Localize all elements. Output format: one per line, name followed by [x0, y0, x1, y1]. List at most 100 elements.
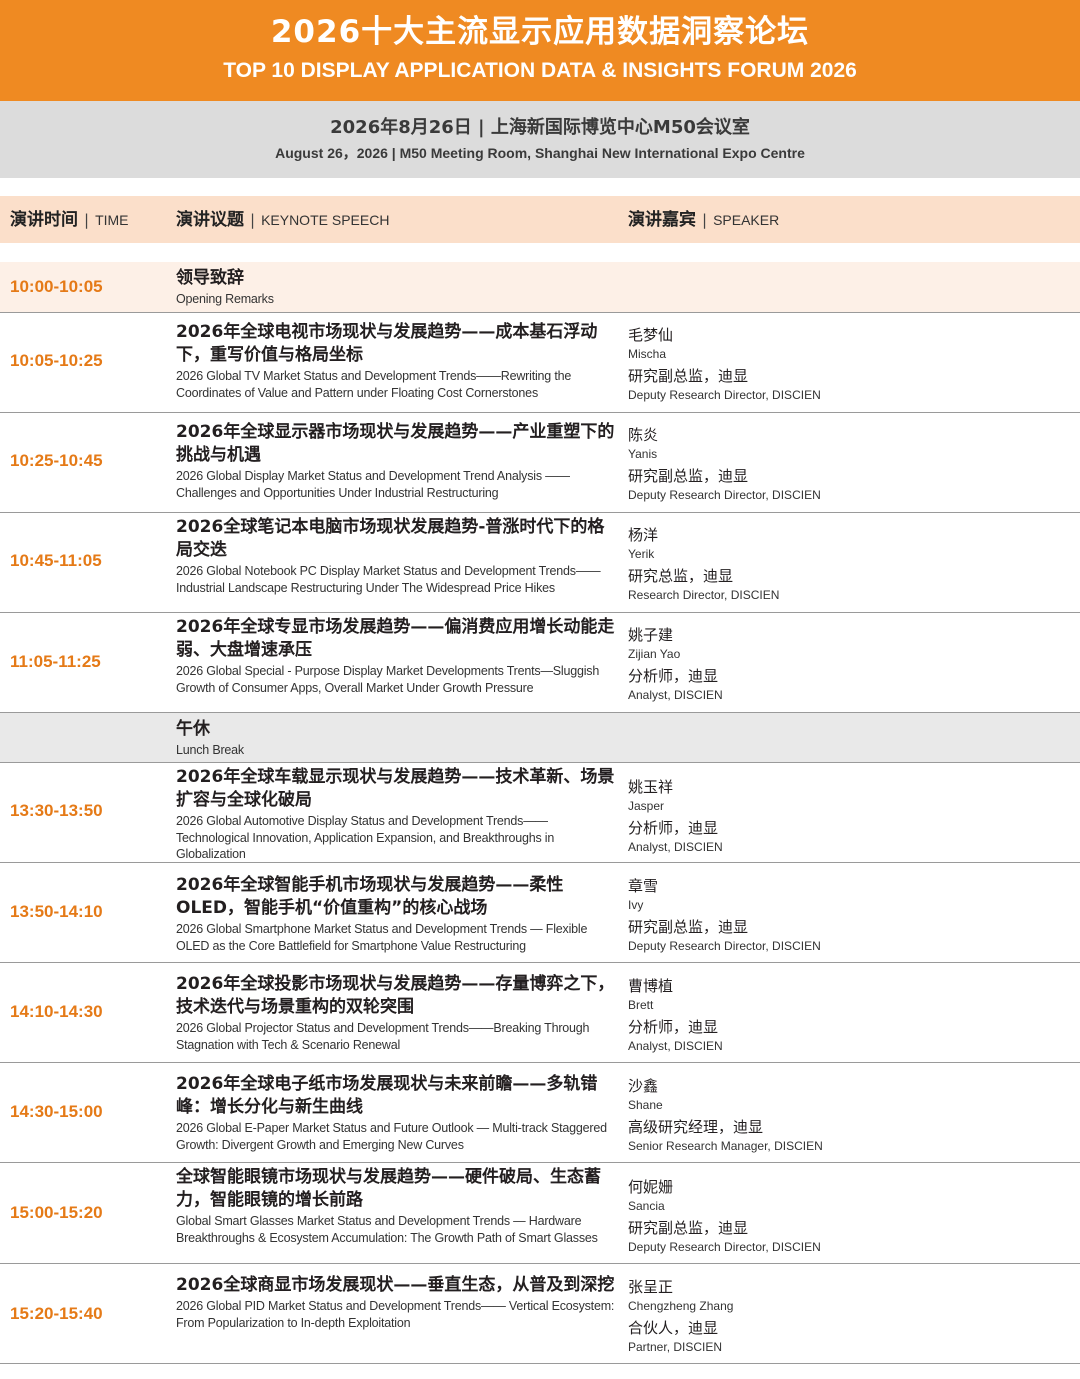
- topic-en: 2026 Global Automotive Display Status an…: [176, 814, 555, 861]
- agenda-row: 13:30-13:50 2026年全球车载显示现状与发展趋势——技术革新、场景扩…: [0, 763, 1080, 863]
- agenda-row: 10:25-10:45 2026年全球显示器市场现状与发展趋势——产业重塑下的挑…: [0, 413, 1080, 513]
- topic-cn: 全球智能眼镜市场现状与发展趋势——硬件破局、生态蓄力，智能眼镜的增长前路: [176, 1167, 601, 1210]
- header-time: 演讲时间 | TIME: [10, 208, 129, 232]
- session-time: 13:50-14:10: [10, 902, 103, 921]
- topic-cn: 午休: [176, 719, 210, 739]
- session-speaker: 章雪 Ivy 研究副总监，迪显 Deputy Research Director…: [628, 876, 1068, 955]
- session-time: 15:20-15:40: [10, 1304, 103, 1323]
- speaker-title-cn: 研究副总监，迪显: [628, 918, 749, 936]
- speaker-name-en: Ivy: [628, 898, 644, 912]
- speaker-name-cn: 姚子建: [628, 626, 674, 644]
- session-speaker: 杨洋 Yerik 研究总监，迪显 Research Director, DISC…: [628, 525, 1068, 604]
- topic-en: 2026 Global Projector Status and Develop…: [176, 1021, 590, 1052]
- session-time: 13:30-13:50: [10, 801, 103, 820]
- agenda-row: 11:05-11:25 2026年全球专显市场发展趋势——偏消费应用增长动能走弱…: [0, 613, 1080, 713]
- speaker-title-cn: 研究副总监，迪显: [628, 1219, 749, 1237]
- title-banner: 2026十大主流显示应用数据洞察论坛 TOP 10 DISPLAY APPLIC…: [0, 0, 1080, 101]
- agenda-row: 10:45-11:05 2026全球笔记本电脑市场现状发展趋势-普涨时代下的格局…: [0, 513, 1080, 613]
- speaker-name-cn: 章雪: [628, 877, 659, 895]
- speaker-title-cn: 研究副总监，迪显: [628, 367, 749, 385]
- session-topic: 2026年全球智能手机市场现状与发展趋势——柔性OLED，智能手机“价值重构”的…: [176, 874, 616, 954]
- header-time-en: TIME: [95, 212, 129, 228]
- topic-en: 2026 Global PID Market Status and Develo…: [176, 1299, 615, 1330]
- session-speaker: 姚玉祥 Jasper 分析师，迪显 Analyst, DISCIEN: [628, 777, 1068, 856]
- session-time: 14:30-15:00: [10, 1102, 103, 1121]
- agenda-row: 14:30-15:00 2026年全球电子纸市场发展现状与未来前瞻——多轨错峰：…: [0, 1063, 1080, 1163]
- session-topic: 午休 Lunch Break: [176, 718, 616, 759]
- topic-en: 2026 Global E-Paper Market Status and Fu…: [176, 1121, 607, 1152]
- agenda-row: 15:20-15:40 2026全球商显市场发展现状——垂直生态，从普及到深挖 …: [0, 1264, 1080, 1364]
- session-speaker: 沙鑫 Shane 高级研究经理，迪显 Senior Research Manag…: [628, 1076, 1068, 1155]
- session-topic: 2026年全球投影市场现状与发展趋势——存量博弈之下，技术迭代与场景重构的双轮突…: [176, 973, 616, 1053]
- topic-cn: 2026年全球电视市场现状与发展趋势——成本基石浮动下，重写价值与格局坐标: [176, 322, 598, 365]
- speaker-name-en: Sancia: [628, 1199, 665, 1213]
- session-speaker: 毛梦仙 Mischa 研究副总监，迪显 Deputy Research Dire…: [628, 325, 1068, 404]
- date-venue-en: August 26，2026 | M50 Meeting Room, Shang…: [275, 145, 805, 161]
- header-speaker-cn: 演讲嘉宾: [628, 210, 696, 230]
- date-venue-band: 2026年8月26日 | 上海新国际博览中心M50会议室 August 26，2…: [0, 101, 1080, 178]
- agenda-row: 14:10-14:30 2026年全球投影市场现状与发展趋势——存量博弈之下，技…: [0, 963, 1080, 1063]
- topic-cn: 2026年全球投影市场现状与发展趋势——存量博弈之下，技术迭代与场景重构的双轮突…: [176, 974, 615, 1017]
- topic-cn: 2026年全球显示器市场现状与发展趋势——产业重塑下的挑战与机遇: [176, 422, 615, 465]
- speaker-name-en: Jasper: [628, 799, 665, 813]
- agenda-row-opening: 10:00-10:05 领导致辞 Opening Remarks: [0, 262, 1080, 313]
- topic-cn: 2026年全球专显市场发展趋势——偏消费应用增长动能走弱、大盘增速承压: [176, 617, 615, 660]
- speaker-name-cn: 毛梦仙: [628, 326, 674, 344]
- topic-en: 2026 Global Special - Purpose Display Ma…: [176, 664, 600, 695]
- speaker-title-en: Research Director, DISCIEN: [628, 588, 780, 602]
- topic-cn: 2026年全球车载显示现状与发展趋势——技术革新、场景扩容与全球化破局: [176, 767, 615, 810]
- session-topic: 2026年全球显示器市场现状与发展趋势——产业重塑下的挑战与机遇 2026 Gl…: [176, 421, 616, 501]
- speaker-name-en: Yerik: [628, 547, 655, 561]
- session-time: 10:25-10:45: [10, 451, 103, 470]
- topic-cn: 2026全球商显市场发展现状——垂直生态，从普及到深挖: [176, 1275, 615, 1295]
- speaker-title-en: Deputy Research Director, DISCIEN: [628, 388, 821, 402]
- topic-en: Global Smart Glasses Market Status and D…: [176, 1214, 598, 1245]
- session-time: 14:10-14:30: [10, 1002, 103, 1021]
- speaker-title-cn: 分析师，迪显: [628, 819, 719, 837]
- header-topic-en: KEYNOTE SPEECH: [261, 212, 390, 228]
- date-venue-cn: 2026年8月26日 | 上海新国际博览中心M50会议室: [330, 117, 750, 138]
- speaker-name-en: Brett: [628, 998, 654, 1012]
- speaker-title-cn: 研究副总监，迪显: [628, 467, 749, 485]
- topic-cn: 领导致辞: [176, 268, 244, 288]
- session-topic: 2026全球笔记本电脑市场现状发展趋势-普涨时代下的格局交迭 2026 Glob…: [176, 516, 616, 596]
- topic-cn: 2026年全球智能手机市场现状与发展趋势——柔性OLED，智能手机“价值重构”的…: [176, 875, 564, 918]
- topic-en: Lunch Break: [176, 743, 244, 757]
- speaker-name-en: Chengzheng Zhang: [628, 1299, 734, 1313]
- topic-en: Opening Remarks: [176, 292, 274, 306]
- speaker-name-cn: 沙鑫: [628, 1077, 659, 1095]
- speaker-title-cn: 分析师，迪显: [628, 667, 719, 685]
- session-topic: 2026年全球专显市场发展趋势——偏消费应用增长动能走弱、大盘增速承压 2026…: [176, 616, 616, 696]
- header-topic-cn: 演讲议题: [176, 210, 244, 230]
- agenda-row: 15:00-15:20 全球智能眼镜市场现状与发展趋势——硬件破局、生态蓄力，智…: [0, 1163, 1080, 1264]
- speaker-title-cn: 研究总监，迪显: [628, 567, 734, 585]
- header-speaker: 演讲嘉宾 | SPEAKER: [628, 208, 779, 232]
- speaker-name-en: Mischa: [628, 347, 667, 361]
- speaker-title-en: Analyst, DISCIEN: [628, 1039, 723, 1053]
- header-separator: |: [702, 211, 708, 229]
- speaker-name-en: Shane: [628, 1098, 663, 1112]
- topic-en: 2026 Global Smartphone Market Status and…: [176, 922, 588, 953]
- header-time-cn: 演讲时间: [10, 210, 78, 230]
- session-topic: 领导致辞 Opening Remarks: [176, 267, 616, 308]
- table-header: 演讲时间 | TIME 演讲议题 | KEYNOTE SPEECH 演讲嘉宾 | SPEAK…: [0, 196, 1080, 243]
- topic-en: 2026 Global TV Market Status and Develop…: [176, 369, 572, 400]
- speaker-title-en: Analyst, DISCIEN: [628, 688, 723, 702]
- speaker-name-en: Yanis: [628, 447, 658, 461]
- session-topic: 2026年全球电子纸市场发展现状与未来前瞻——多轨错峰：增长分化与新生曲线 20…: [176, 1073, 616, 1153]
- agenda-row-lunch: 午休 Lunch Break: [0, 713, 1080, 763]
- session-topic: 2026年全球车载显示现状与发展趋势——技术革新、场景扩容与全球化破局 2026…: [176, 766, 616, 863]
- session-time: 10:05-10:25: [10, 351, 103, 370]
- header-separator: |: [84, 211, 90, 229]
- speaker-name-cn: 陈炎: [628, 426, 659, 444]
- topic-en: 2026 Global Notebook PC Display Market S…: [176, 564, 601, 595]
- forum-title-cn: 2026十大主流显示应用数据洞察论坛: [270, 14, 810, 50]
- session-time: 11:05-11:25: [10, 652, 101, 671]
- speaker-title-cn: 高级研究经理，迪显: [628, 1118, 764, 1136]
- session-speaker: 姚子建 Zijian Yao 分析师，迪显 Analyst, DISCIEN: [628, 625, 1068, 704]
- session-time: 15:00-15:20: [10, 1203, 103, 1222]
- speaker-title-en: Deputy Research Director, DISCIEN: [628, 1240, 821, 1254]
- header-separator: |: [250, 211, 256, 229]
- session-topic: 2026全球商显市场发展现状——垂直生态，从普及到深挖 2026 Global …: [176, 1274, 616, 1331]
- topic-cn: 2026全球笔记本电脑市场现状发展趋势-普涨时代下的格局交迭: [176, 517, 605, 560]
